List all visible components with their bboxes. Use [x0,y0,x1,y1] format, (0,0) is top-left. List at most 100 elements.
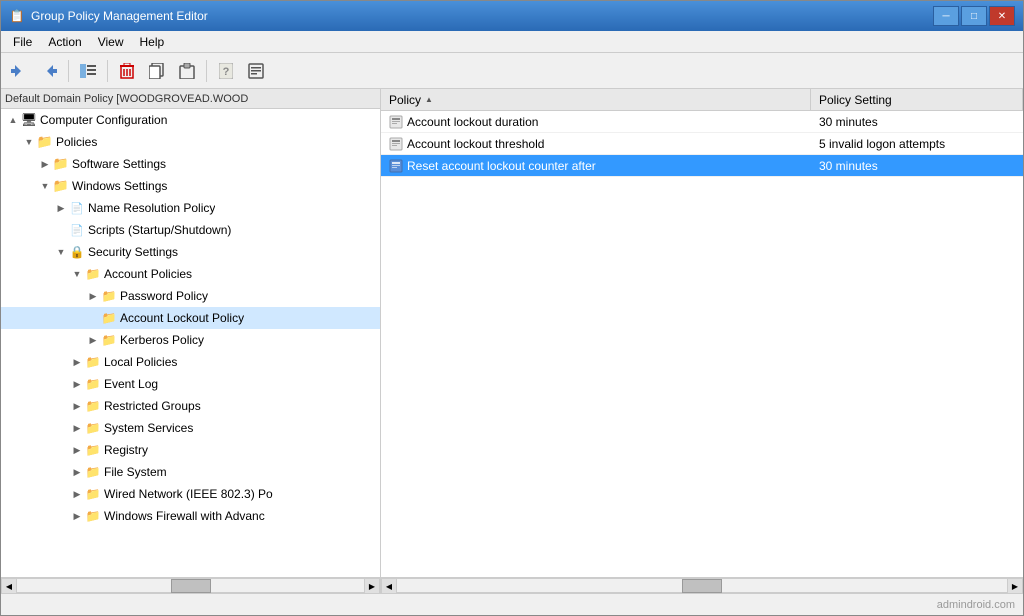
tree-item-security-settings[interactable]: ▼ 🔒 Security Settings [1,241,380,263]
name-resolution-icon: 📄 [69,200,85,216]
list-content[interactable]: Account lockout duration 30 minutes Acco… [381,111,1023,577]
restricted-groups-label: Restricted Groups [104,399,201,413]
tree-item-file-system[interactable]: ▶ 📁 File System [1,461,380,483]
tree-scroll-thumb[interactable] [171,579,211,593]
file-system-label: File System [104,465,167,479]
close-button[interactable]: ✕ [989,6,1015,26]
right-scroll-left-btn[interactable]: ◀ [381,578,397,594]
toggle-registry[interactable]: ▶ [69,442,85,458]
list-row-lockout-duration[interactable]: Account lockout duration 30 minutes [381,111,1023,133]
right-scroll-track[interactable] [397,578,1007,593]
toggle-name-resolution[interactable]: ▶ [53,200,69,216]
cell-policy-3: Reset account lockout counter after [381,155,811,176]
title-bar-left: 📋 Group Policy Management Editor [9,8,208,24]
registry-icon: 📁 [85,442,101,458]
event-log-icon: 📁 [85,376,101,392]
tree-item-name-resolution[interactable]: ▶ 📄 Name Resolution Policy [1,197,380,219]
policy-name-3: Reset account lockout counter after [407,159,596,173]
tree-item-registry[interactable]: ▶ 📁 Registry [1,439,380,461]
name-resolution-label: Name Resolution Policy [88,201,215,215]
tree-item-software-settings[interactable]: ▶ 📁 Software Settings [1,153,380,175]
tree-item-event-log[interactable]: ▶ 📁 Event Log [1,373,380,395]
properties-button[interactable] [242,57,270,85]
tree-scroll-track[interactable] [17,578,364,593]
copy-button[interactable] [143,57,171,85]
svg-text:?: ? [223,66,230,78]
toggle-computer-config[interactable]: ▲ [5,112,21,128]
toggle-windows-firewall[interactable]: ▶ [69,508,85,524]
toggle-file-system[interactable]: ▶ [69,464,85,480]
tree-content[interactable]: ▲ 🖥 Computer Configuration ▼ 📁 Policies … [1,109,380,577]
tree-item-windows-firewall[interactable]: ▶ 📁 Windows Firewall with Advanc [1,505,380,527]
policy-name-2: Account lockout threshold [407,137,544,151]
cell-setting-2: 5 invalid logon attempts [811,133,1023,154]
cell-setting-1: 30 minutes [811,111,1023,132]
menu-help[interactable]: Help [132,33,173,51]
tree-item-restricted-groups[interactable]: ▶ 📁 Restricted Groups [1,395,380,417]
forward-button[interactable] [35,57,63,85]
toggle-security-settings[interactable]: ▼ [53,244,69,260]
column-header-policy[interactable]: Policy ▲ [381,89,811,110]
list-row-reset-lockout[interactable]: Reset account lockout counter after 30 m… [381,155,1023,177]
toggle-wired-network[interactable]: ▶ [69,486,85,502]
minimize-button[interactable]: ─ [933,6,959,26]
back-button[interactable] [5,57,33,85]
software-settings-icon: 📁 [53,156,69,172]
tree-item-kerberos-policy[interactable]: ▶ 📁 Kerberos Policy [1,329,380,351]
menu-file[interactable]: File [5,33,40,51]
toggle-event-log[interactable]: ▶ [69,376,85,392]
toggle-kerberos-policy[interactable]: ▶ [85,332,101,348]
paste-button[interactable] [173,57,201,85]
tree-item-windows-settings[interactable]: ▼ 📁 Windows Settings [1,175,380,197]
tree-scroll-left-btn[interactable]: ◀ [1,578,17,594]
tree-pane: Default Domain Policy [WOODGROVEAD.WOOD … [1,89,381,577]
menu-action[interactable]: Action [40,33,89,51]
maximize-button[interactable]: □ [961,6,987,26]
toggle-system-services[interactable]: ▶ [69,420,85,436]
wired-network-label: Wired Network (IEEE 802.3) Po [104,487,273,501]
column-header-setting[interactable]: Policy Setting [811,89,1023,110]
right-pane: Policy ▲ Policy Setting Account lockout … [381,89,1023,577]
tree-item-account-policies[interactable]: ▼ 📁 Account Policies [1,263,380,285]
status-bar: admindroid.com [1,593,1023,615]
windows-settings-icon: 📁 [53,178,69,194]
toggle-policies[interactable]: ▼ [21,134,37,150]
setting-col-label: Policy Setting [819,93,892,107]
tree-h-scroll[interactable]: ◀ ▶ [1,578,381,593]
toggle-password-policy[interactable]: ▶ [85,288,101,304]
title-bar-buttons: ─ □ ✕ [933,6,1015,26]
local-policies-label: Local Policies [104,355,177,369]
registry-label: Registry [104,443,148,457]
password-policy-label: Password Policy [120,289,208,303]
tree-item-wired-network[interactable]: ▶ 📁 Wired Network (IEEE 802.3) Po [1,483,380,505]
kerberos-policy-label: Kerberos Policy [120,333,204,347]
menu-view[interactable]: View [90,33,132,51]
tree-item-scripts[interactable]: 📄 Scripts (Startup/Shutdown) [1,219,380,241]
toggle-account-policies[interactable]: ▼ [69,266,85,282]
bottom-scrollbar-bar: ◀ ▶ ◀ ▶ [1,577,1023,593]
show-hide-button[interactable] [74,57,102,85]
toolbar-separator-1 [68,60,69,82]
tree-item-system-services[interactable]: ▶ 📁 System Services [1,417,380,439]
tree-item-local-policies[interactable]: ▶ 📁 Local Policies [1,351,380,373]
tree-item-password-policy[interactable]: ▶ 📁 Password Policy [1,285,380,307]
right-h-scroll[interactable]: ◀ ▶ [381,578,1023,593]
toggle-software-settings[interactable]: ▶ [37,156,53,172]
software-settings-label: Software Settings [72,157,166,171]
right-scroll-thumb[interactable] [682,579,722,593]
tree-scroll-right-btn[interactable]: ▶ [364,578,380,594]
delete-button[interactable] [113,57,141,85]
toggle-restricted-groups[interactable]: ▶ [69,398,85,414]
tree-item-account-lockout-policy[interactable]: ▶ 📁 Account Lockout Policy [1,307,380,329]
setting-value-1: 30 minutes [819,115,878,129]
toggle-windows-settings[interactable]: ▼ [37,178,53,194]
tree-item-policies[interactable]: ▼ 📁 Policies [1,131,380,153]
scripts-icon: 📄 [69,222,85,238]
list-row-lockout-threshold[interactable]: Account lockout threshold 5 invalid logo… [381,133,1023,155]
toggle-local-policies[interactable]: ▶ [69,354,85,370]
help-button[interactable]: ? [212,57,240,85]
list-header: Policy ▲ Policy Setting [381,89,1023,111]
right-scroll-right-btn[interactable]: ▶ [1007,578,1023,594]
tree-header: Default Domain Policy [WOODGROVEAD.WOOD [1,89,380,109]
tree-item-computer-config[interactable]: ▲ 🖥 Computer Configuration [1,109,380,131]
